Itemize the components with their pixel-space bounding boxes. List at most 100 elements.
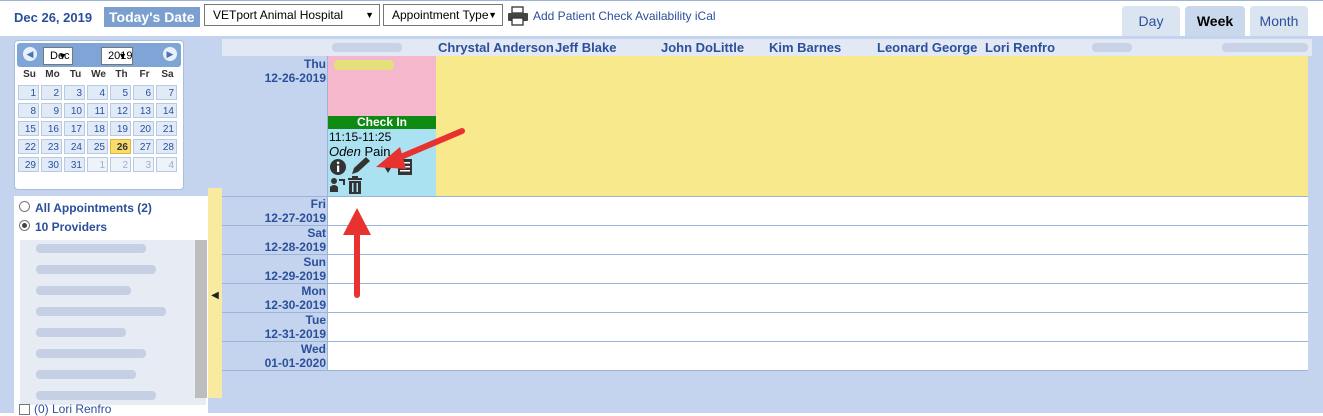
calendar-day[interactable]: 15 (18, 121, 39, 136)
todays-date-button[interactable]: Today's Date (104, 7, 200, 27)
calendar-day[interactable]: 11 (87, 103, 108, 118)
blurred-provider-header (1222, 43, 1308, 52)
calendar-day[interactable]: 7 (156, 85, 177, 100)
provider-column-header[interactable]: Leonard George (877, 40, 977, 55)
calendar-day[interactable]: 22 (18, 139, 39, 154)
current-date-label: Dec 26, 2019 (14, 10, 93, 25)
blurred-appointment-title (334, 60, 394, 70)
calendar-day[interactable]: 3 (133, 157, 154, 172)
blurred-provider-row (36, 307, 166, 316)
row-divider (222, 196, 1308, 197)
provider-column-header[interactable]: Chrystal Anderson (438, 40, 554, 55)
calendar-day[interactable]: 1 (87, 157, 108, 172)
day-date: 12-26-2019 (264, 71, 326, 85)
all-appointments-label[interactable]: All Appointments (2) (35, 201, 152, 215)
blurred-provider-row (36, 328, 126, 337)
calendar-day[interactable]: 18 (87, 121, 108, 136)
blurred-provider-row (36, 265, 156, 274)
provider-item-label[interactable]: (0) Lori Renfro (34, 402, 111, 416)
calendar-day[interactable]: 26 (110, 139, 131, 154)
provider-list-scrollbar[interactable] (195, 240, 207, 398)
calendar-day[interactable]: 25 (87, 139, 108, 154)
calendar-day[interactable]: 28 (156, 139, 177, 154)
row-divider (222, 283, 1308, 284)
calendar-day[interactable]: 1 (18, 85, 39, 100)
blurred-provider-row (36, 244, 146, 253)
next-month-icon[interactable]: ▶ (163, 47, 177, 61)
trash-icon[interactable] (346, 175, 364, 195)
calendar-day[interactable]: 13 (133, 103, 154, 118)
provider-column-header[interactable]: Kim Barnes (769, 40, 841, 55)
calendar-day[interactable]: 5 (110, 85, 131, 100)
provider-list (20, 240, 206, 405)
today-row[interactable] (327, 56, 1308, 196)
calendar-day[interactable]: 9 (41, 103, 62, 118)
calendar-day[interactable]: 2 (41, 85, 62, 100)
calendar-day[interactable]: 19 (110, 121, 131, 136)
calendar-day[interactable]: 4 (87, 85, 108, 100)
calendar-day[interactable]: 4 (156, 157, 177, 172)
day-row-label: Tue 12-31-2019 (222, 313, 326, 341)
provider-column-header[interactable]: Jeff Blake (555, 40, 616, 55)
annotation-arrow-to-trash (343, 208, 371, 298)
calendar-day[interactable]: 16 (41, 121, 62, 136)
appointment-type-select[interactable]: Appointment Type ▼ (383, 4, 503, 26)
provider-checkbox[interactable] (19, 404, 30, 415)
day-row-label: Fri 12-27-2019 (222, 197, 326, 225)
all-appointments-radio[interactable] (19, 201, 30, 212)
prev-month-icon[interactable]: ◀ (23, 47, 37, 61)
calendar-day[interactable]: 23 (41, 139, 62, 154)
calendar-day[interactable]: 17 (64, 121, 85, 136)
info-icon[interactable] (329, 158, 347, 176)
calendar-day[interactable]: 3 (64, 85, 85, 100)
day-of-week: Mon (301, 284, 326, 298)
provider-column-header[interactable]: John DoLittle (661, 40, 744, 55)
calendar-day[interactable]: 20 (133, 121, 154, 136)
calendar-day[interactable]: 12 (110, 103, 131, 118)
day-date: 12-27-2019 (264, 211, 326, 225)
collapse-left-icon[interactable]: ◀ (208, 290, 222, 301)
calendar-day[interactable]: 27 (133, 139, 154, 154)
printer-icon[interactable] (507, 6, 529, 26)
calendar-day[interactable]: 31 (64, 157, 85, 172)
providers-label[interactable]: 10 Providers (35, 220, 107, 234)
clinic-select-value: VETport Animal Hospital (213, 8, 344, 22)
calendar-day[interactable]: 30 (41, 157, 62, 172)
day-date: 01-01-2020 (264, 356, 326, 370)
row-divider (222, 225, 1308, 226)
providers-radio[interactable] (19, 220, 30, 231)
provider-column-header[interactable]: Lori Renfro (985, 40, 1055, 55)
weekday-label: Mo (45, 69, 60, 80)
day-date: 12-28-2019 (264, 240, 326, 254)
day-row-label: Thu 12-26-2019 (222, 57, 326, 85)
calendar-day[interactable]: 6 (133, 85, 154, 100)
day-date: 12-29-2019 (264, 269, 326, 283)
calendar-day[interactable]: 24 (64, 139, 85, 154)
tab-month[interactable]: Month (1250, 6, 1308, 36)
chevron-down-icon: ▼ (488, 10, 497, 20)
calendar-day[interactable]: 29 (18, 157, 39, 172)
calendar-day[interactable]: 10 (64, 103, 85, 118)
day-of-week: Sun (303, 255, 326, 269)
top-links[interactable]: Add Patient Check Availability iCal (533, 9, 716, 23)
day-of-week: Thu (304, 57, 326, 71)
row-divider (222, 312, 1308, 313)
calendar-day[interactable]: 14 (156, 103, 177, 118)
weekday-label: Tu (69, 69, 82, 80)
calendar-day[interactable]: 2 (110, 157, 131, 172)
tab-week[interactable]: Week (1185, 6, 1245, 36)
annotation-arrow-to-edit (376, 128, 465, 169)
year-select[interactable]: 2019 ▼ (101, 47, 133, 65)
day-row-label: Mon 12-30-2019 (222, 284, 326, 312)
mini-calendar-header: ◀ Dec ▼ 2019 ▼ ▶ (17, 43, 181, 67)
weekday-label: We (91, 69, 106, 80)
day-of-week: Fri (310, 197, 326, 211)
calendar-day[interactable]: 8 (18, 103, 39, 118)
day-of-week: Tue (305, 313, 326, 327)
transfer-icon[interactable] (329, 177, 345, 193)
calendar-day[interactable]: 21 (156, 121, 177, 136)
month-select[interactable]: Dec ▼ (43, 47, 73, 65)
weekday-label: Su (23, 69, 36, 80)
tab-day[interactable]: Day (1122, 6, 1180, 36)
clinic-select[interactable]: VETport Animal Hospital ▼ (204, 4, 380, 26)
